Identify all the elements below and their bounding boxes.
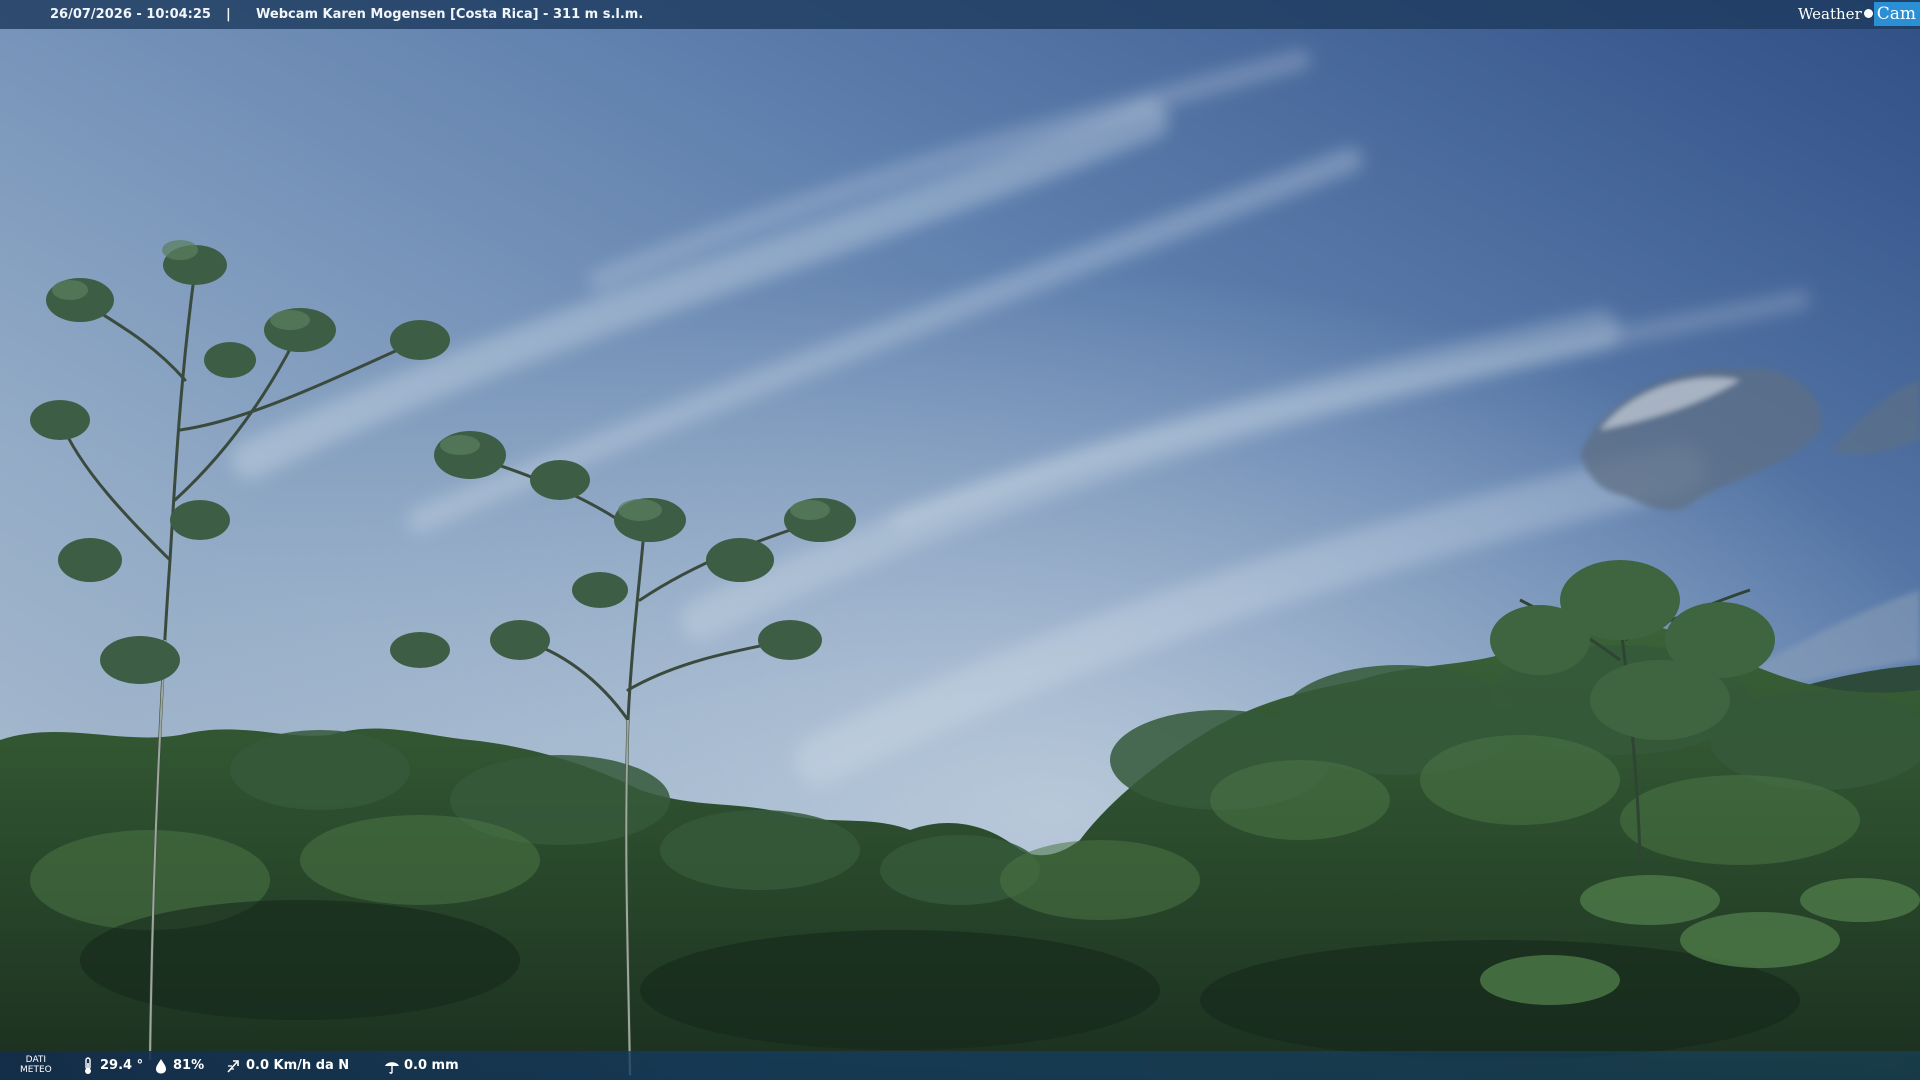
weathercam-logo[interactable]: Weather Cam [1798, 0, 1920, 27]
logo-text-cam: Cam [1873, 1, 1920, 26]
wind-value: 0.0 Km/h da N [246, 1058, 350, 1073]
weather-data-label-line2: METEO [20, 1065, 52, 1075]
weather-data-label-line1: DATI [25, 1055, 47, 1065]
rain-readout: 0.0 mm [384, 1051, 459, 1080]
rain-icon [385, 1061, 399, 1074]
weather-data-bar: DATI METEO 29.4 ° 81% 0.0 Km/h da N 0.0 … [0, 1051, 1920, 1080]
humidity-readout: 81% [153, 1051, 204, 1080]
temperature-value: 29.4 ° [100, 1058, 144, 1073]
wind-readout: 0.0 Km/h da N [226, 1051, 349, 1080]
logo-text-weather: Weather [1797, 4, 1862, 23]
header-separator: | [226, 7, 231, 22]
wind-icon [227, 1059, 239, 1073]
logo-dot-icon [1863, 9, 1873, 18]
webcam-title: Webcam Karen Mogensen [Costa Rica] - 311… [256, 7, 644, 22]
webcam-frame: 26/07/2026 - 10:04:25 | Webcam Karen Mog… [0, 0, 1920, 1080]
humidity-value: 81% [173, 1058, 205, 1073]
humidity-drop-icon [156, 1058, 166, 1073]
timestamp: 26/07/2026 - 10:04:25 [50, 7, 211, 22]
weather-data-label: DATI METEO [20, 1055, 52, 1075]
temperature-readout: 29.4 ° [80, 1051, 143, 1080]
top-info-bar: 26/07/2026 - 10:04:25 | Webcam Karen Mog… [0, 0, 1920, 29]
webcam-image [0, 0, 1920, 1080]
thermometer-icon [85, 1056, 91, 1074]
rain-value: 0.0 mm [404, 1058, 459, 1073]
